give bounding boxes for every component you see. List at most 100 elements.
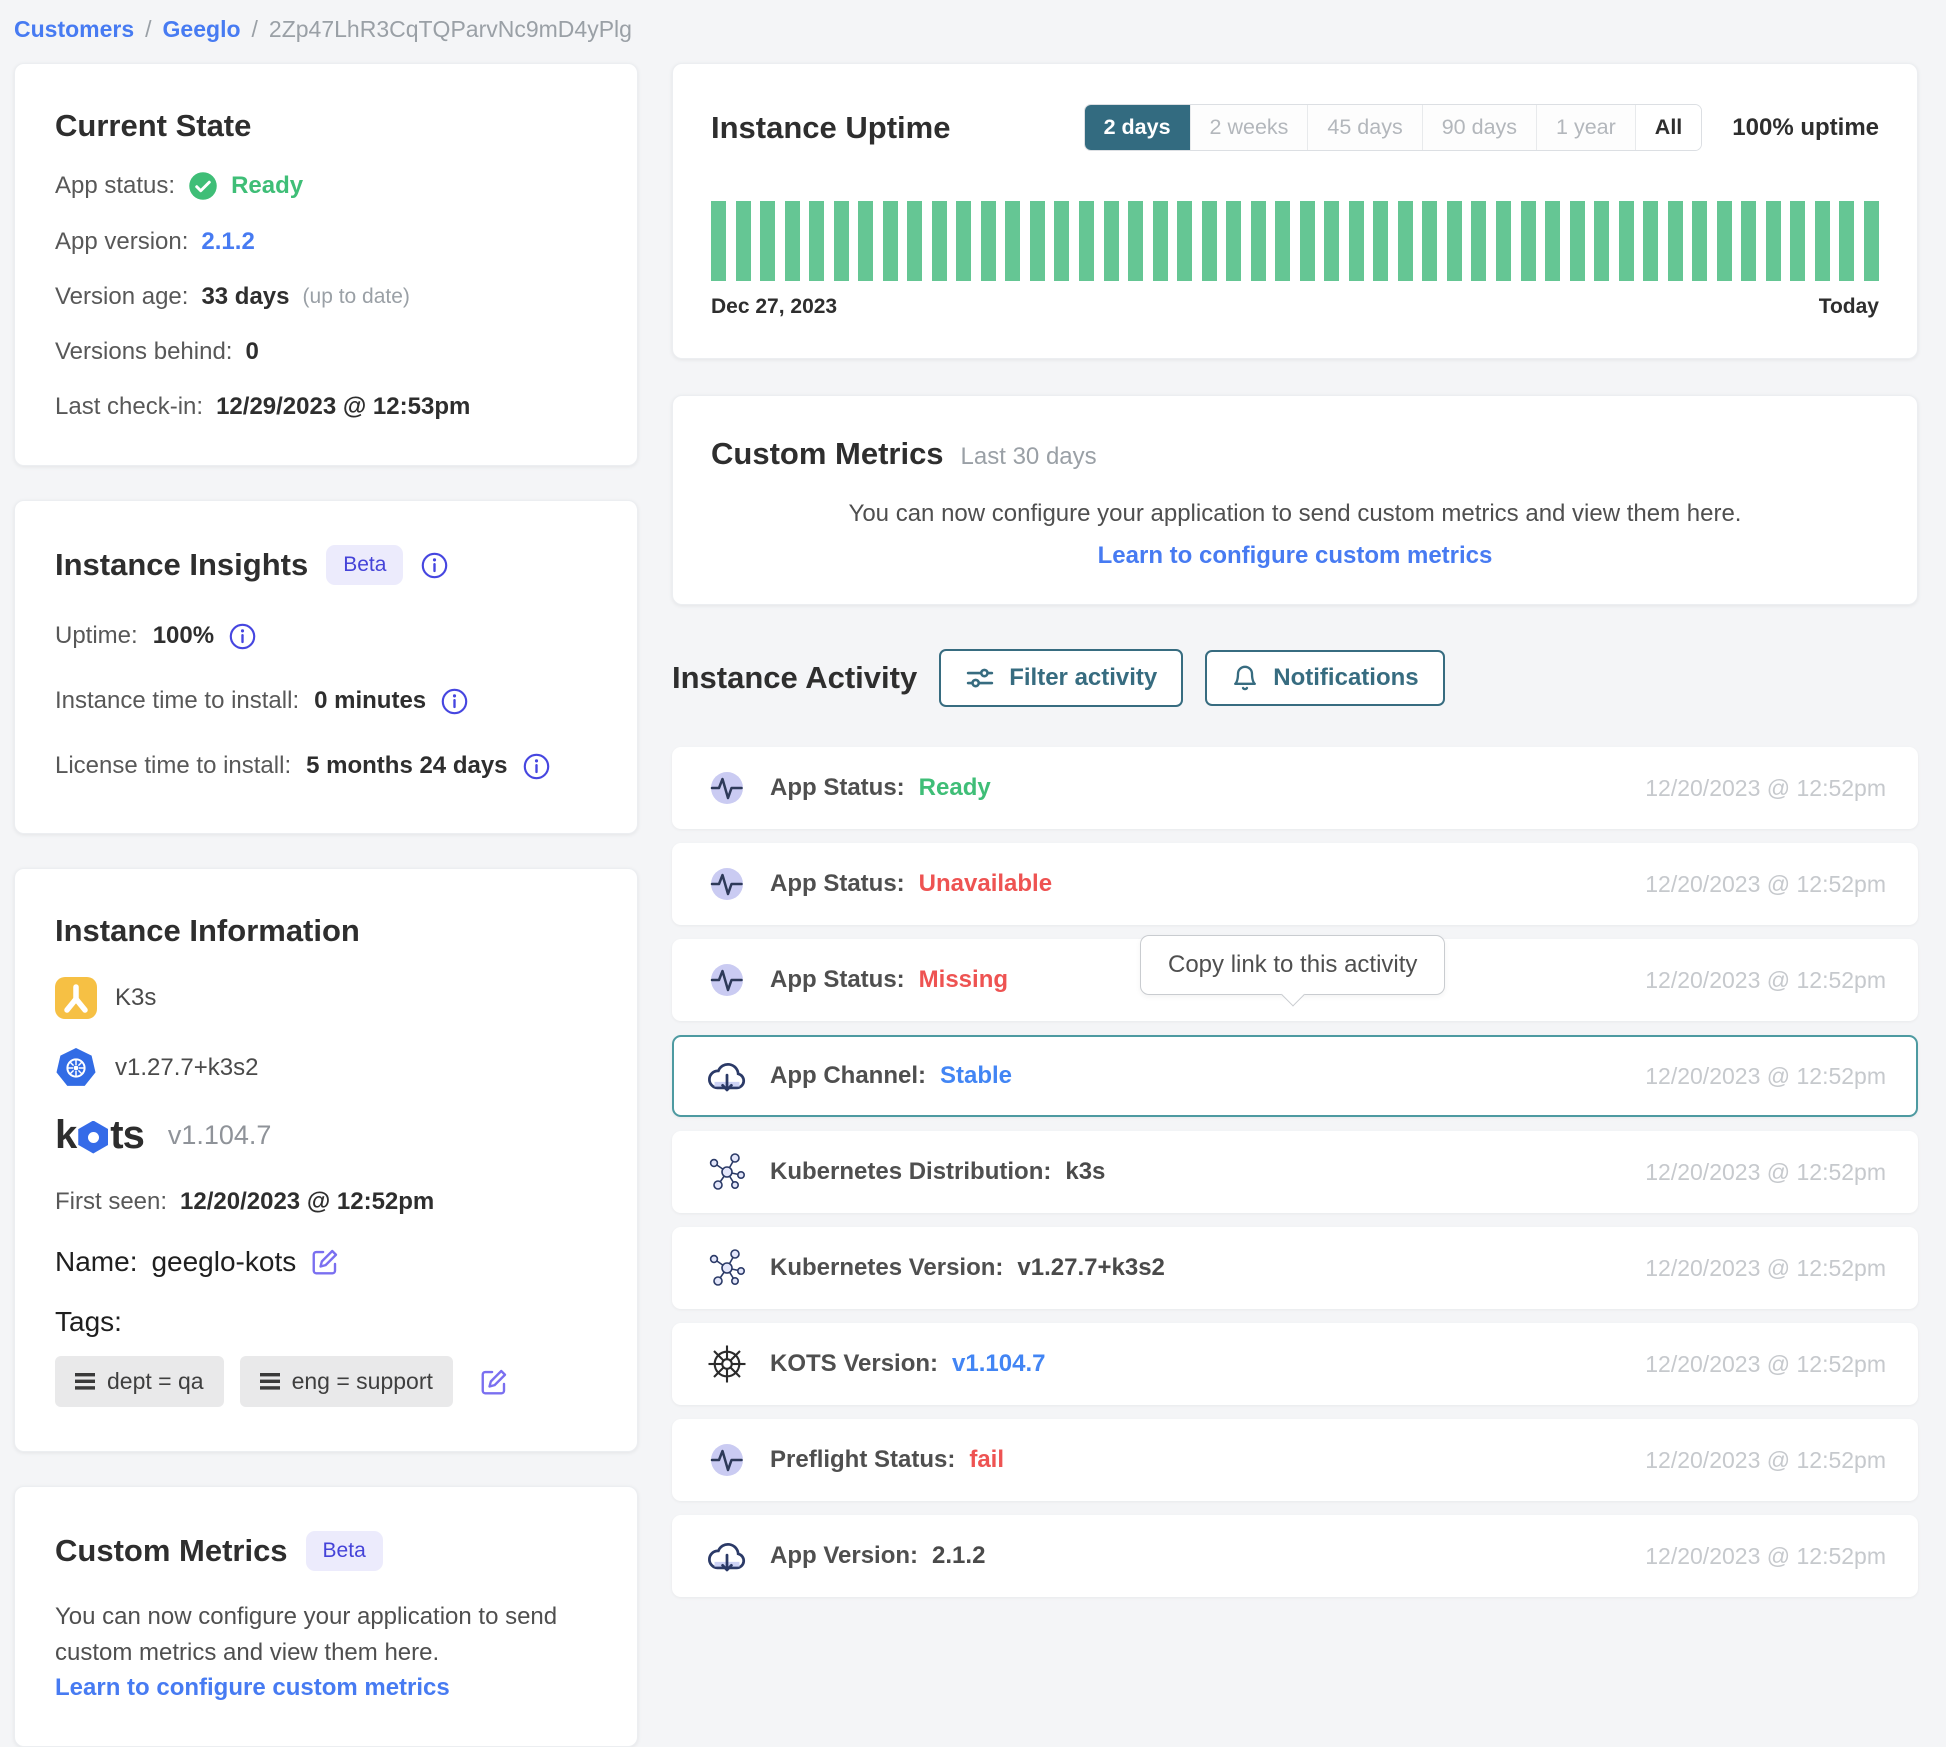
- pulse-icon: [704, 766, 750, 810]
- activity-row[interactable]: Kubernetes Version:v1.27.7+k3s212/20/202…: [672, 1227, 1918, 1309]
- uptime-bar: [1398, 201, 1413, 281]
- activity-label: App Status:: [770, 774, 905, 802]
- tag-chip: eng = support: [240, 1356, 453, 1407]
- instance-activity-title: Instance Activity: [672, 660, 917, 696]
- breadcrumb-link[interactable]: Geeglo: [163, 16, 241, 42]
- notifications-button[interactable]: Notifications: [1205, 650, 1444, 706]
- version-age-label: Version age:: [55, 283, 188, 311]
- activity-timestamp: 12/20/2023 @ 12:52pm: [1645, 1447, 1886, 1474]
- instance-name-row: Name: geeglo-kots: [55, 1246, 597, 1278]
- insight-row: Instance time to install:0 minutes: [55, 687, 597, 715]
- instance-name-label: Name:: [55, 1246, 137, 1278]
- filter-activity-button[interactable]: Filter activity: [939, 649, 1183, 707]
- activity-timestamp: 12/20/2023 @ 12:52pm: [1645, 1255, 1886, 1282]
- k3s-icon: [55, 977, 97, 1019]
- activity-row[interactable]: App Channel:Stable12/20/2023 @ 12:52pm: [672, 1035, 1918, 1117]
- activity-timestamp: 12/20/2023 @ 12:52pm: [1645, 1159, 1886, 1186]
- activity-row[interactable]: Preflight Status:fail12/20/2023 @ 12:52p…: [672, 1419, 1918, 1501]
- right-column: Instance Uptime 2 days2 weeks45 days90 d…: [672, 63, 1918, 1611]
- uptime-bar: [785, 201, 800, 281]
- uptime-bar: [736, 201, 751, 281]
- uptime-range-45-days[interactable]: 45 days: [1307, 105, 1421, 150]
- copy-link-tooltip: Copy link to this activity: [1140, 935, 1445, 995]
- uptime-end-date: Today: [1819, 295, 1879, 319]
- uptime-bar-chart: [711, 201, 1879, 281]
- activity-row[interactable]: Kubernetes Distribution:k3s12/20/2023 @ …: [672, 1131, 1918, 1213]
- configure-metrics-link[interactable]: Learn to configure custom metrics: [711, 542, 1879, 570]
- pulse-icon: [704, 1438, 750, 1482]
- uptime-range-group: 2 days2 weeks45 days90 days1 yearAll: [1084, 104, 1703, 151]
- custom-metrics-left-body: You can now configure your application t…: [55, 1599, 597, 1670]
- versions-behind-row: Versions behind: 0: [55, 338, 597, 366]
- app-version-link[interactable]: 2.1.2: [201, 228, 254, 256]
- uptime-bar: [907, 201, 922, 281]
- uptime-range-90-days[interactable]: 90 days: [1422, 105, 1536, 150]
- insight-value: 100%: [153, 622, 214, 650]
- activity-row[interactable]: App Status:Unavailable12/20/2023 @ 12:52…: [672, 843, 1918, 925]
- uptime-range-1-year[interactable]: 1 year: [1536, 105, 1635, 150]
- uptime-bar: [1864, 201, 1879, 281]
- pulse-icon: [704, 958, 750, 1002]
- uptime-bar: [1177, 201, 1192, 281]
- activity-value: v1.27.7+k3s2: [1017, 1254, 1164, 1282]
- info-icon[interactable]: [421, 552, 448, 579]
- uptime-bar: [1766, 201, 1781, 281]
- kots-logo: kts: [55, 1113, 144, 1158]
- edit-icon[interactable]: [310, 1247, 340, 1277]
- uptime-range-all[interactable]: All: [1635, 105, 1701, 150]
- activity-row[interactable]: App Version:2.1.212/20/2023 @ 12:52pm: [672, 1515, 1918, 1597]
- main-columns: Current State App status: Ready App vers…: [0, 63, 1946, 1747]
- activity-timestamp: 12/20/2023 @ 12:52pm: [1645, 1351, 1886, 1378]
- versions-behind-label: Versions behind:: [55, 338, 232, 366]
- uptime-bar: [858, 201, 873, 281]
- check-circle-icon: [188, 171, 218, 201]
- uptime-range-2-days[interactable]: 2 days: [1085, 105, 1190, 150]
- uptime-bar: [1643, 201, 1658, 281]
- insight-value: 0 minutes: [314, 687, 426, 715]
- edit-tags-icon[interactable]: [479, 1367, 509, 1397]
- uptime-range-2-weeks[interactable]: 2 weeks: [1190, 105, 1308, 150]
- app-status-row: App status: Ready: [55, 171, 597, 201]
- tags-row: dept = qaeng = support: [55, 1356, 597, 1407]
- activity-list: Copy link to this activity App Status:Re…: [672, 747, 1918, 1597]
- uptime-start-date: Dec 27, 2023: [711, 295, 837, 319]
- breadcrumb-link[interactable]: Customers: [14, 16, 134, 42]
- version-age-value: 33 days: [201, 283, 289, 311]
- instance-name-value: geeglo-kots: [151, 1246, 296, 1278]
- uptime-bar: [981, 201, 996, 281]
- insight-row: License time to install:5 months 24 days: [55, 752, 597, 780]
- uptime-bar: [956, 201, 971, 281]
- instance-information-title: Instance Information: [55, 913, 597, 949]
- uptime-bar: [1619, 201, 1634, 281]
- beta-badge: Beta: [306, 1531, 383, 1571]
- info-icon[interactable]: [229, 623, 256, 650]
- configure-metrics-link[interactable]: Learn to configure custom metrics: [55, 1674, 597, 1702]
- info-icon[interactable]: [441, 688, 468, 715]
- uptime-bar: [1839, 201, 1854, 281]
- activity-row[interactable]: App Status:Ready12/20/2023 @ 12:52pm: [672, 747, 1918, 829]
- versions-behind-value: 0: [245, 338, 258, 366]
- uptime-bar: [1447, 201, 1462, 281]
- first-seen-label: First seen:: [55, 1188, 167, 1216]
- uptime-bar: [1349, 201, 1364, 281]
- helm-wheel-icon: [704, 1343, 750, 1385]
- bell-icon: [1231, 664, 1259, 692]
- activity-row[interactable]: KOTS Version:v1.104.712/20/2023 @ 12:52p…: [672, 1323, 1918, 1405]
- uptime-bar: [1815, 201, 1830, 281]
- app-status-label: App status:: [55, 172, 175, 200]
- custom-metrics-right-body: You can now configure your application t…: [711, 500, 1879, 528]
- activity-label: Kubernetes Distribution:: [770, 1158, 1051, 1186]
- info-icon[interactable]: [523, 753, 550, 780]
- custom-metrics-card-right: Custom Metrics Last 30 days You can now …: [672, 395, 1918, 605]
- uptime-bar: [1005, 201, 1020, 281]
- version-age-note: (up to date): [303, 285, 410, 309]
- kubernetes-icon: [55, 1047, 97, 1089]
- pulse-icon: [704, 862, 750, 906]
- activity-value: v1.104.7: [952, 1350, 1045, 1378]
- kots-version-row: kts v1.104.7: [55, 1113, 597, 1158]
- activity-value: fail: [969, 1446, 1004, 1474]
- insight-row: Uptime:100%: [55, 622, 597, 650]
- uptime-bar: [1324, 201, 1339, 281]
- kubernetes-version-value: v1.27.7+k3s2: [115, 1054, 258, 1082]
- current-state-title: Current State: [55, 108, 597, 144]
